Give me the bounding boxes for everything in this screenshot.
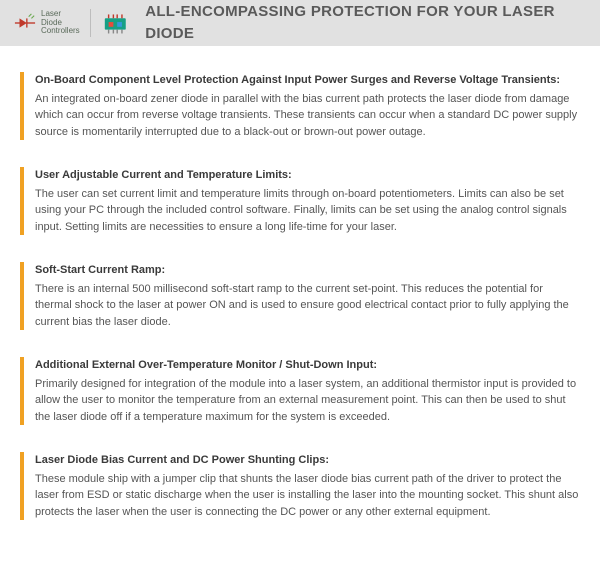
section-title: On-Board Component Level Protection Agai… xyxy=(35,72,580,89)
accent-bar xyxy=(20,167,24,235)
accent-bar xyxy=(20,262,24,330)
section-text: These module ship with a jumper clip tha… xyxy=(35,471,580,521)
section-body: Laser Diode Bias Current and DC Power Sh… xyxy=(35,452,580,520)
chip-icon xyxy=(101,12,130,34)
accent-bar xyxy=(20,357,24,425)
laser-diode-icon xyxy=(14,12,36,34)
section-text: Primarily designed for integration of th… xyxy=(35,376,580,426)
section-title: User Adjustable Current and Temperature … xyxy=(35,167,580,184)
section-title: Soft-Start Current Ramp: xyxy=(35,262,580,279)
section-title: Laser Diode Bias Current and DC Power Sh… xyxy=(35,452,580,469)
protection-section: On-Board Component Level Protection Agai… xyxy=(20,72,580,140)
brand-text: Laser Diode Controllers xyxy=(41,10,80,36)
header-divider xyxy=(90,9,91,37)
brand-line-3: Controllers xyxy=(41,27,80,36)
protection-section: Laser Diode Bias Current and DC Power Sh… xyxy=(20,452,580,520)
protection-section: Soft-Start Current Ramp: There is an int… xyxy=(20,262,580,330)
accent-bar xyxy=(20,72,24,140)
section-title: Additional External Over-Temperature Mon… xyxy=(35,357,580,374)
page-title: ALL-ENCOMPASSING PROTECTION FOR YOUR LAS… xyxy=(145,1,586,46)
section-text: There is an internal 500 millisecond sof… xyxy=(35,281,580,331)
accent-bar xyxy=(20,452,24,520)
section-body: Soft-Start Current Ramp: There is an int… xyxy=(35,262,580,330)
protection-section: User Adjustable Current and Temperature … xyxy=(20,167,580,235)
section-text: An integrated on-board zener diode in pa… xyxy=(35,91,580,141)
section-body: Additional External Over-Temperature Mon… xyxy=(35,357,580,425)
brand-logo-1: Laser Diode Controllers xyxy=(14,10,80,36)
section-text: The user can set current limit and tempe… xyxy=(35,186,580,236)
content-area: On-Board Component Level Protection Agai… xyxy=(0,46,600,530)
protection-section: Additional External Over-Temperature Mon… xyxy=(20,357,580,425)
header-bar: Laser Diode Controllers ALL-ENCOMPASSING… xyxy=(0,0,600,46)
section-body: User Adjustable Current and Temperature … xyxy=(35,167,580,235)
section-body: On-Board Component Level Protection Agai… xyxy=(35,72,580,140)
